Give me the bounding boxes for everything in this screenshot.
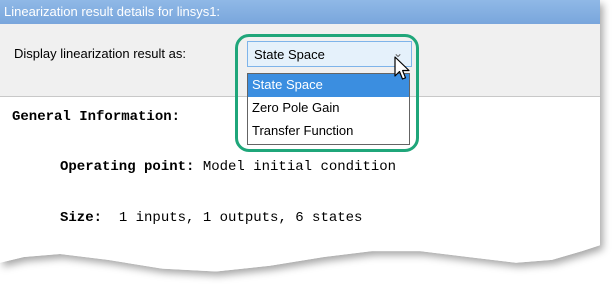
size-value: 1 inputs, 1 outputs, 6 states bbox=[102, 210, 363, 226]
display-as-label: Display linearization result as: bbox=[14, 46, 186, 61]
operating-point-line: Operating point: Model initial condition bbox=[60, 159, 396, 175]
operating-point-value: Model initial condition bbox=[194, 159, 397, 175]
size-line: Size: 1 inputs, 1 outputs, 6 states bbox=[60, 210, 362, 226]
size-label: Size: bbox=[60, 210, 103, 226]
general-information-heading: General Information: bbox=[12, 109, 181, 125]
highlight-callout bbox=[235, 34, 419, 152]
operating-point-label: Operating point: bbox=[60, 159, 195, 175]
window-title: Linearization result details for linsys1… bbox=[0, 0, 600, 24]
partial-text-line: Li bbox=[12, 261, 29, 277]
linearization-panel: Linearization result details for linsys1… bbox=[0, 0, 600, 277]
mouse-pointer-icon bbox=[394, 56, 410, 80]
linearization-panel-wrap: Linearization result details for linsys1… bbox=[0, 0, 612, 301]
